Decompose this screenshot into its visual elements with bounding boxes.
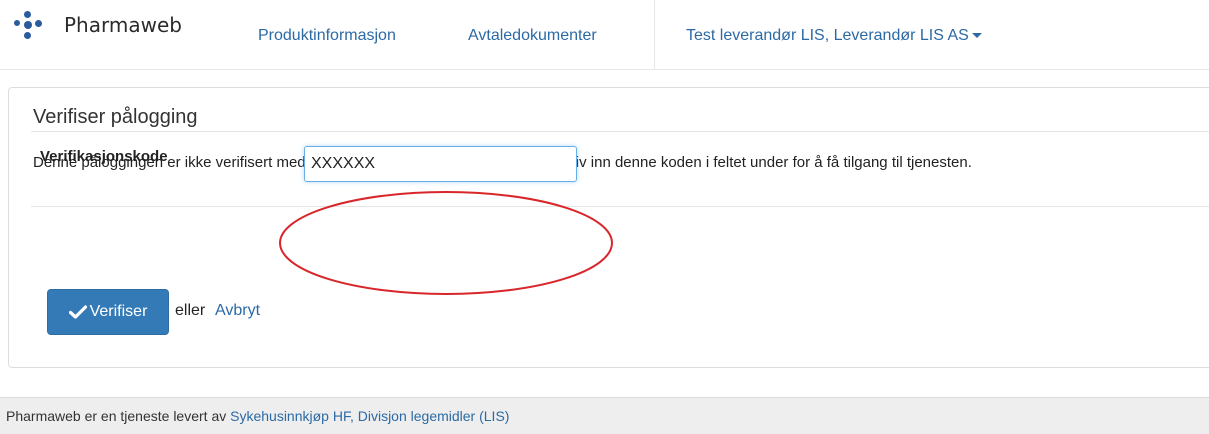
section-divider bbox=[31, 206, 1209, 207]
user-account-menu[interactable]: Test leverandør LIS, Leverandør LIS AS bbox=[686, 27, 982, 45]
verification-code-label: Verifikasjonskode bbox=[40, 148, 168, 165]
user-account-label: Test leverandør LIS, Leverandør LIS AS bbox=[686, 27, 969, 44]
cancel-link[interactable]: Avbryt bbox=[215, 302, 260, 320]
or-text: eller bbox=[175, 302, 206, 319]
verify-button[interactable]: Verifiser bbox=[47, 289, 169, 335]
caret-down-icon bbox=[971, 33, 982, 39]
verify-button-label: Verifiser bbox=[89, 303, 148, 320]
title-divider bbox=[31, 131, 1209, 132]
brand-home-link[interactable]: Pharmaweb bbox=[10, 6, 182, 40]
footer-prefix: Pharmaweb er en tjeneste levert av bbox=[6, 408, 231, 424]
footer-lis-link[interactable]: Sykehusinnkjøp HF, Divisjon legemidler (… bbox=[230, 408, 509, 424]
verify-login-panel: Verifiser pålogging Denne påloggingen er… bbox=[8, 87, 1209, 368]
footer-text: Pharmaweb er en tjeneste levert av Sykeh… bbox=[6, 408, 509, 424]
panel-title: Verifiser pålogging bbox=[33, 106, 198, 128]
verification-code-input[interactable] bbox=[304, 146, 577, 182]
brand-name: Pharmaweb bbox=[64, 13, 182, 37]
nav-avtaledokumenter[interactable]: Avtaledokumenter bbox=[468, 27, 597, 45]
checkmark-icon bbox=[68, 305, 87, 319]
top-navbar: Pharmaweb Produktinformasjon Avtaledokum… bbox=[0, 0, 1209, 70]
page-footer: Pharmaweb er en tjeneste levert av Sykeh… bbox=[0, 397, 1209, 434]
logo-dots-icon bbox=[10, 8, 66, 39]
nav-produktinformasjon[interactable]: Produktinformasjon bbox=[258, 27, 396, 45]
nav-divider bbox=[654, 0, 655, 70]
